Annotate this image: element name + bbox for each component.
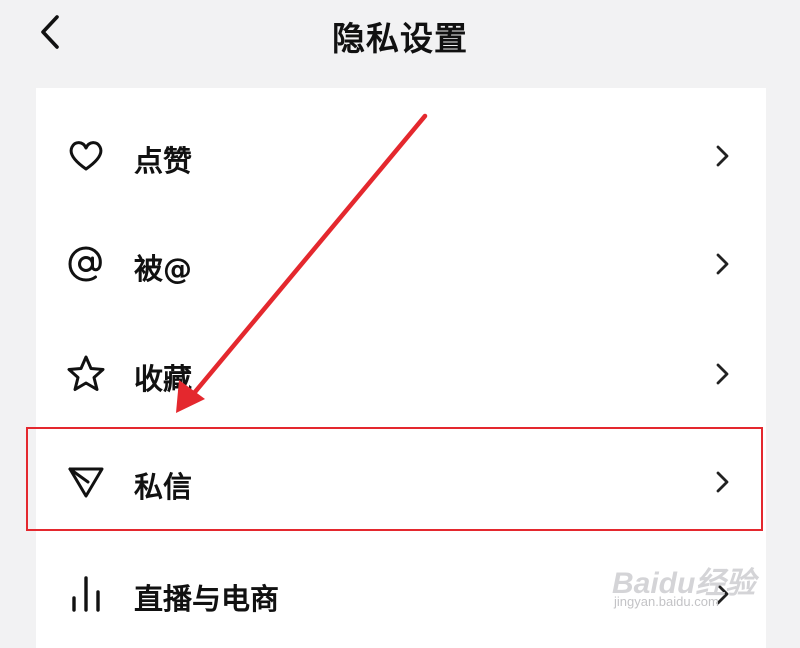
chevron-right-icon bbox=[708, 574, 736, 614]
star-icon bbox=[66, 354, 106, 394]
heart-icon bbox=[66, 136, 106, 176]
at-sign-icon bbox=[66, 244, 106, 284]
setting-row-likes[interactable]: 点赞 bbox=[36, 106, 766, 206]
setting-label: 被@ bbox=[134, 252, 193, 286]
settings-card: 点赞 被@ 收藏 私信 直播与电商 bbox=[36, 88, 766, 648]
page-title: 隐私设置 bbox=[332, 19, 468, 58]
bar-chart-icon bbox=[66, 574, 106, 614]
setting-label: 私信 bbox=[134, 470, 193, 504]
chevron-right-icon bbox=[708, 244, 736, 284]
setting-row-mentions[interactable]: 被@ bbox=[36, 214, 766, 314]
setting-row-direct-messages[interactable]: 私信 bbox=[36, 432, 766, 532]
setting-label: 直播与电商 bbox=[134, 582, 280, 616]
chevron-right-icon bbox=[708, 136, 736, 176]
chevron-right-icon bbox=[708, 354, 736, 394]
chevron-right-icon bbox=[708, 462, 736, 502]
send-icon bbox=[66, 462, 106, 502]
setting-label: 点赞 bbox=[134, 144, 193, 178]
header-bar: 隐私设置 bbox=[0, 0, 800, 72]
setting-row-favorites[interactable]: 收藏 bbox=[36, 324, 766, 424]
setting-label: 收藏 bbox=[134, 362, 193, 396]
setting-row-live-ecommerce[interactable]: 直播与电商 bbox=[36, 544, 766, 644]
